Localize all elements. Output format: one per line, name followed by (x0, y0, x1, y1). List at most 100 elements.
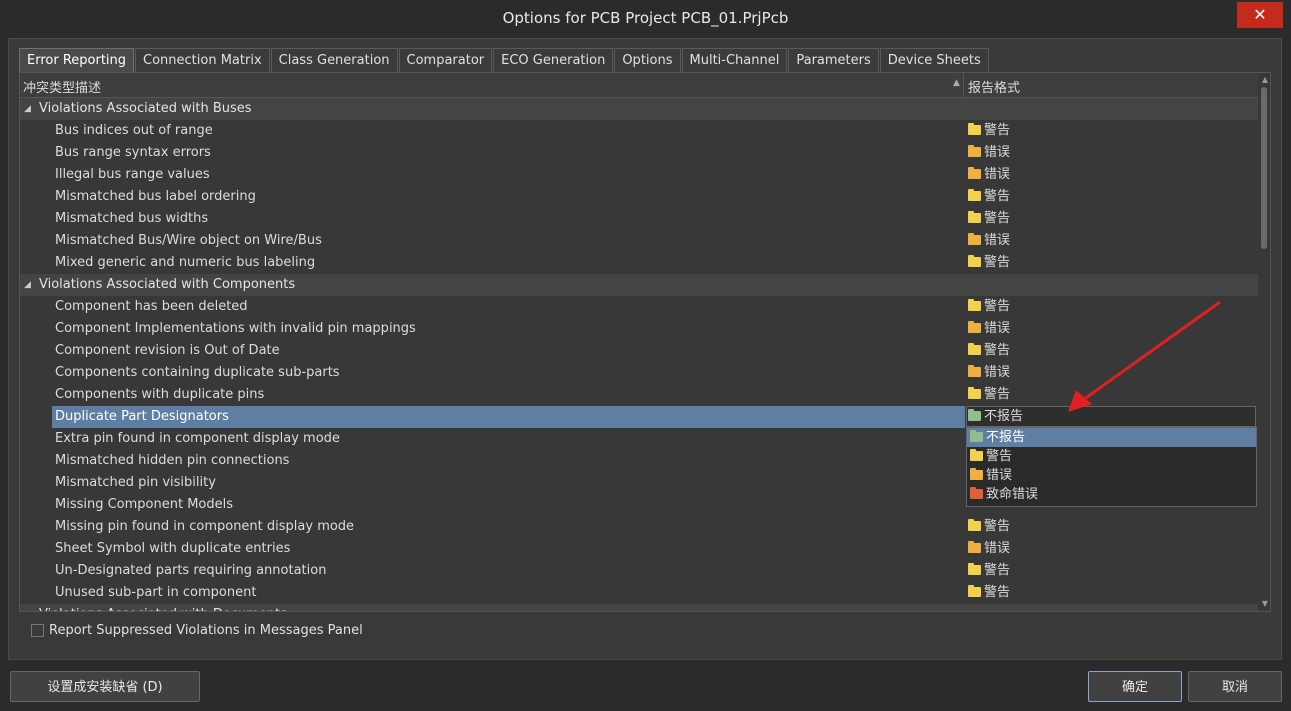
table-row[interactable]: Mismatched bus label ordering 警告 (20, 186, 1258, 208)
report-mode-cell[interactable]: 错误 (968, 318, 1010, 340)
report-mode-cell[interactable]: 错误 (968, 164, 1010, 186)
report-mode-cell[interactable]: 警告 (968, 582, 1010, 604)
report-mode-value: 警告 (984, 519, 1011, 534)
tab-class-generation[interactable]: Class Generation (270, 48, 398, 72)
column-header-description[interactable]: 冲突类型描述 (23, 77, 101, 96)
collapse-triangle-icon[interactable]: ◢ (24, 98, 31, 120)
option-label: 错误 (986, 468, 1013, 483)
error-folder-icon (968, 233, 981, 245)
group-row-documents[interactable]: ◢ Violations Associated with Documents (20, 604, 1258, 611)
violation-label: Unused sub-part in component (55, 585, 257, 600)
report-mode-value: 错误 (984, 541, 1011, 556)
report-mode-cell[interactable]: 警告 (968, 384, 1010, 406)
scroll-down-icon[interactable]: ▼ (1262, 599, 1268, 608)
report-mode-cell[interactable]: 错误 (968, 538, 1010, 560)
tab-device-sheets[interactable]: Device Sheets (879, 48, 989, 72)
tab-bar: Error Reporting Connection Matrix Class … (19, 48, 990, 72)
report-mode-cell[interactable]: 警告 (968, 340, 1010, 362)
dropdown-option-warning[interactable]: 警告 (967, 447, 1256, 466)
report-mode-cell[interactable]: 错误 (968, 362, 1010, 384)
column-header-report-mode[interactable]: 报告格式 (968, 77, 1020, 96)
violation-label: Mismatched hidden pin connections (55, 453, 290, 468)
table-row[interactable]: Bus indices out of range 警告 (20, 120, 1258, 142)
violation-label: Components containing duplicate sub-part… (55, 365, 340, 380)
column-divider[interactable] (963, 73, 964, 97)
report-mode-cell[interactable]: 警告 (968, 186, 1010, 208)
report-mode-cell[interactable]: 警告 (968, 120, 1010, 142)
report-mode-cell[interactable]: 警告 (968, 296, 1010, 318)
tab-error-reporting[interactable]: Error Reporting (19, 48, 135, 72)
dropdown-option-no-report[interactable]: 不报告 (967, 428, 1256, 447)
arrow-shaft (1079, 300, 1221, 404)
table-row[interactable]: Illegal bus range values 错误 (20, 164, 1258, 186)
dropdown-option-fatal-error[interactable]: 致命错误 (967, 485, 1256, 504)
red-arrow-annotation (1068, 300, 1221, 412)
dropdown-option-error[interactable]: 错误 (967, 466, 1256, 485)
tab-parameters[interactable]: Parameters (788, 48, 879, 72)
table-row[interactable]: Mismatched Bus/Wire object on Wire/Bus 错误 (20, 230, 1258, 252)
report-mode-value: 警告 (984, 211, 1011, 226)
ok-button[interactable]: 确定 (1088, 671, 1182, 702)
group-label: Violations Associated with Buses (39, 101, 252, 116)
set-installation-defaults-button[interactable]: 设置成安装缺省 (D) (10, 671, 200, 702)
vertical-scrollbar[interactable]: ▲ ▼ (1258, 73, 1270, 611)
table-row[interactable]: Unused sub-part in component 警告 (20, 582, 1258, 604)
violation-label: Mismatched bus label ordering (55, 189, 256, 204)
report-mode-cell[interactable]: 不报告 (968, 406, 1023, 428)
cancel-button[interactable]: 取消 (1188, 671, 1282, 702)
violation-label: Mismatched bus widths (55, 211, 209, 226)
violation-label: Sheet Symbol with duplicate entries (55, 541, 291, 556)
tab-connection-matrix[interactable]: Connection Matrix (135, 48, 270, 72)
report-mode-value: 警告 (984, 585, 1011, 600)
scroll-up-icon[interactable]: ▲ (1262, 75, 1268, 84)
report-mode-cell[interactable]: 警告 (968, 208, 1010, 230)
group-row-components[interactable]: ◢ Violations Associated with Components (20, 274, 1258, 296)
table-row[interactable]: Mismatched bus widths 警告 (20, 208, 1258, 230)
option-label: 不报告 (986, 430, 1026, 445)
violation-label: Components with duplicate pins (55, 387, 265, 402)
warning-folder-icon (968, 563, 981, 575)
tab-options[interactable]: Options (614, 48, 681, 72)
table-row[interactable]: Mixed generic and numeric bus labeling 警告 (20, 252, 1258, 274)
warning-folder-icon (968, 343, 981, 355)
report-mode-value: 警告 (984, 123, 1011, 138)
report-mode-value: 警告 (984, 299, 1011, 314)
warning-folder-icon (968, 189, 981, 201)
collapse-triangle-icon[interactable]: ◢ (24, 274, 31, 296)
error-folder-icon (968, 365, 981, 377)
report-mode-cell[interactable]: 错误 (968, 142, 1010, 164)
report-mode-value: 警告 (984, 563, 1011, 578)
group-row-buses[interactable]: ◢ Violations Associated with Buses (20, 98, 1258, 120)
table-row[interactable]: Bus range syntax errors 错误 (20, 142, 1258, 164)
warning-folder-icon (968, 387, 981, 399)
no-report-folder-icon (968, 409, 981, 421)
fatal-folder-icon (970, 487, 983, 499)
tab-eco-generation[interactable]: ECO Generation (493, 48, 614, 72)
scroll-thumb[interactable] (1261, 87, 1267, 249)
report-mode-cell[interactable]: 警告 (968, 560, 1010, 582)
close-button[interactable]: ✕ (1237, 2, 1283, 28)
report-mode-value: 错误 (984, 321, 1011, 336)
warning-folder-icon (968, 255, 981, 267)
report-mode-value: 警告 (984, 387, 1011, 402)
option-label: 警告 (986, 449, 1013, 464)
collapse-triangle-icon[interactable]: ◢ (24, 604, 31, 611)
report-mode-cell[interactable]: 错误 (968, 230, 1010, 252)
violation-label: Duplicate Part Designators (55, 409, 229, 424)
window-title: Options for PCB Project PCB_01.PrjPcb (502, 9, 789, 27)
table-header: 冲突类型描述 ▲ 报告格式 (20, 73, 1258, 98)
error-folder-icon (968, 321, 981, 333)
violation-label: Mismatched pin visibility (55, 475, 216, 490)
report-mode-value: 错误 (984, 167, 1011, 182)
report-mode-cell[interactable]: 警告 (968, 252, 1010, 274)
table-row[interactable]: Un-Designated parts requiring annotation… (20, 560, 1258, 582)
tab-multi-channel[interactable]: Multi-Channel (681, 48, 788, 72)
warning-folder-icon (968, 211, 981, 223)
report-suppressed-checkbox[interactable] (31, 624, 44, 637)
tab-comparator[interactable]: Comparator (398, 48, 493, 72)
table-row[interactable]: Missing pin found in component display m… (20, 516, 1258, 538)
option-label: 致命错误 (986, 487, 1039, 502)
error-folder-icon (968, 167, 981, 179)
table-row[interactable]: Sheet Symbol with duplicate entries 错误 (20, 538, 1258, 560)
report-mode-cell[interactable]: 警告 (968, 516, 1010, 538)
